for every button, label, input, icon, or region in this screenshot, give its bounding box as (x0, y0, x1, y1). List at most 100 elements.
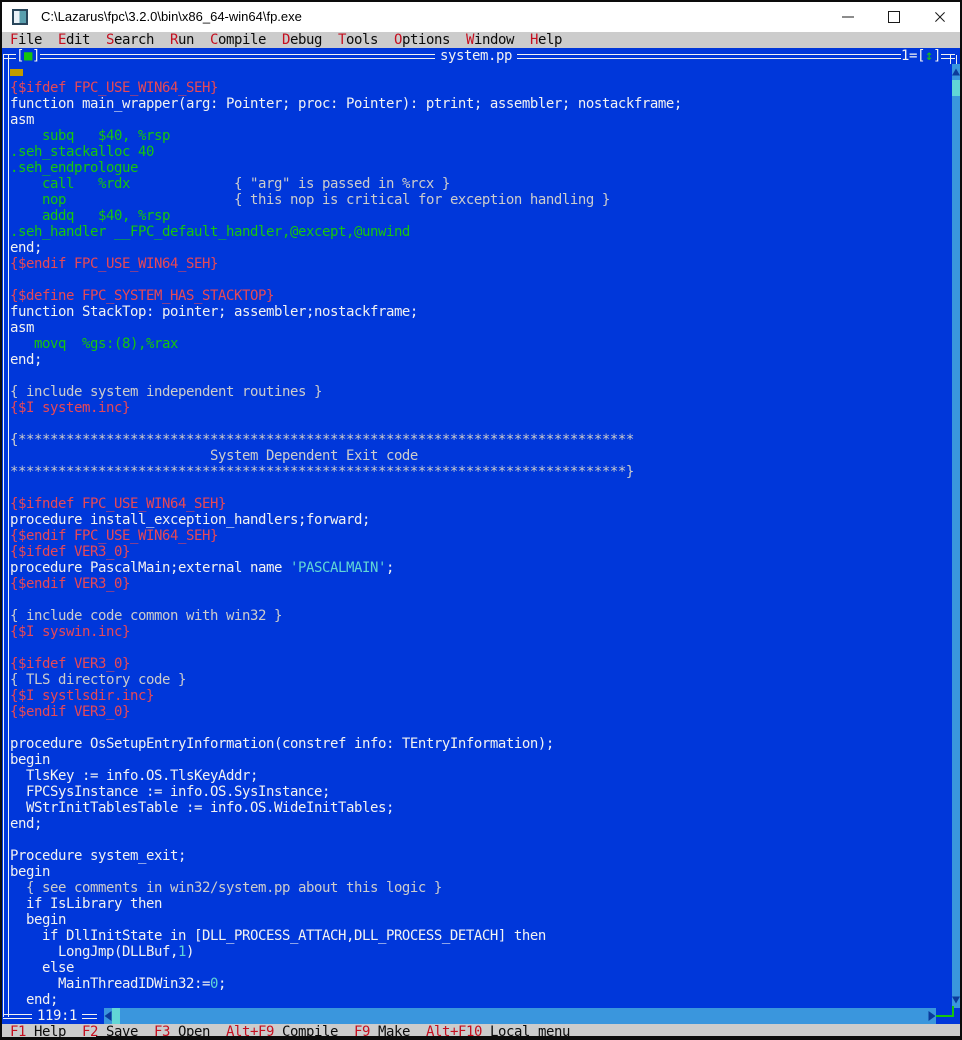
code-line[interactable]: begin (2, 912, 952, 928)
code-line[interactable] (2, 720, 952, 736)
code-line[interactable]: { include system independent routines } (2, 384, 952, 400)
menu-item-run[interactable]: Run (170, 32, 210, 48)
code-line[interactable]: {$ifdef FPC_USE_WIN64_SEH} (2, 80, 952, 96)
code-line[interactable]: begin (2, 752, 952, 768)
code-line[interactable]: {$ifndef FPC_USE_WIN64_SEH} (2, 496, 952, 512)
menu-item-help[interactable]: Help (530, 32, 578, 48)
code-line[interactable]: {$endif FPC_USE_WIN64_SEH} (2, 256, 952, 272)
code-line[interactable]: FPCSysInstance := info.OS.SysInstance; (2, 784, 952, 800)
code-line[interactable]: .seh_stackalloc 40 (2, 144, 952, 160)
code-line[interactable]: WStrInitTablesTable := info.OS.WideInitT… (2, 800, 952, 816)
code-line[interactable]: procedure OsSetupEntryInformation(constr… (2, 736, 952, 752)
vertical-scroll-thumb[interactable] (952, 80, 960, 96)
code-line[interactable]: { include code common with win32 } (2, 608, 952, 624)
arrow-left-icon (105, 1011, 112, 1021)
code-line[interactable]: end; (2, 352, 952, 368)
menu-item-file[interactable]: File (10, 32, 58, 48)
maximize-button[interactable] (871, 2, 917, 32)
code-line[interactable]: {$I syswin.inc} (2, 624, 952, 640)
code-line[interactable]: addq $40, %rsp (2, 208, 952, 224)
arrow-down-icon (952, 997, 960, 1004)
code-line[interactable] (2, 368, 952, 384)
vertical-scroll-track[interactable] (952, 96, 960, 992)
menu-item-debug[interactable]: Debug (282, 32, 338, 48)
code-line[interactable]: .seh_endprologue (2, 160, 952, 176)
code-line[interactable]: function StackTop: pointer; assembler;no… (2, 304, 952, 320)
console-app-icon[interactable] (12, 9, 28, 25)
code-line[interactable]: else (2, 960, 952, 976)
console-area: File Edit Search Run Compile Debug Tools… (2, 32, 960, 1037)
code-line[interactable]: LongJmp(DLLBuf,1) (2, 944, 952, 960)
menu-item-tools[interactable]: Tools (338, 32, 394, 48)
code-line[interactable]: ****************************************… (2, 464, 952, 480)
code-line[interactable] (2, 832, 952, 848)
code-line[interactable]: {$endif VER3_0} (2, 576, 952, 592)
code-line[interactable]: procedure install_exception_handlers;for… (2, 512, 952, 528)
title-bar: C:\Lazarus\fpc\3.2.0\bin\x86_64-win64\fp… (2, 2, 960, 32)
code-line[interactable]: begin (2, 864, 952, 880)
window-bottom-edge (96, 1036, 962, 1040)
line-marker (10, 69, 23, 76)
code-line[interactable]: movq %gs:(8),%rax (2, 336, 952, 352)
menu-item-compile[interactable]: Compile (210, 32, 282, 48)
code-line[interactable] (2, 592, 952, 608)
code-line[interactable]: { TLS directory code } (2, 672, 952, 688)
code-line[interactable]: end; (2, 816, 952, 832)
code-line[interactable]: TlsKey := info.OS.TlsKeyAddr; (2, 768, 952, 784)
code-line[interactable]: end; (2, 240, 952, 256)
code-line[interactable]: {$I systlsdir.inc} (2, 688, 952, 704)
code-line[interactable]: asm (2, 112, 952, 128)
editor-zoom-button[interactable]: 1=[↕] (901, 48, 941, 64)
code-line[interactable]: {$ifdef VER3_0} (2, 656, 952, 672)
maximize-icon (888, 11, 900, 23)
code-line[interactable]: end; (2, 992, 952, 1008)
window-title: C:\Lazarus\fpc\3.2.0\bin\x86_64-win64\fp… (41, 9, 302, 24)
code-line[interactable]: asm (2, 320, 952, 336)
code-line[interactable] (2, 272, 952, 288)
editor-close-button[interactable]: [■] (16, 48, 40, 64)
app-window: C:\Lazarus\fpc\3.2.0\bin\x86_64-win64\fp… (0, 0, 962, 1040)
menu-item-window[interactable]: Window (466, 32, 530, 48)
horizontal-scroll-thumb[interactable] (112, 1008, 120, 1024)
arrow-right-icon (929, 1011, 936, 1021)
code-line[interactable] (2, 416, 952, 432)
code-line[interactable]: Procedure system_exit; (2, 848, 952, 864)
code-line[interactable]: MainThreadIDWin32:=0; (2, 976, 952, 992)
code-line[interactable]: {***************************************… (2, 432, 952, 448)
code-line[interactable]: if DllInitState in [DLL_PROCESS_ATTACH,D… (2, 928, 952, 944)
minimize-button[interactable] (825, 2, 871, 32)
editor-frame-corner (950, 55, 957, 64)
arrow-up-icon (952, 69, 960, 76)
menu-item-edit[interactable]: Edit (58, 32, 106, 48)
horizontal-scroll-track[interactable] (120, 1008, 928, 1024)
code-line[interactable]: {$define FPC_SYSTEM_HAS_STACKTOP} (2, 288, 952, 304)
minimize-icon (842, 17, 854, 18)
code-line[interactable]: .seh_handler __FPC_default_handler,@exce… (2, 224, 952, 240)
code-line[interactable]: subq $40, %rsp (2, 128, 952, 144)
code-line[interactable]: {$endif FPC_USE_WIN64_SEH} (2, 528, 952, 544)
code-line[interactable]: {$ifdef VER3_0} (2, 544, 952, 560)
code-line[interactable] (2, 640, 952, 656)
statusbar-item-help[interactable]: F1 Help (10, 1024, 82, 1037)
vertical-scrollbar[interactable] (952, 64, 960, 1008)
scroll-right-button[interactable] (928, 1008, 936, 1024)
scroll-up-button[interactable] (952, 64, 960, 80)
code-line[interactable]: call %rdx { "arg" is passed in %rcx } (2, 176, 952, 192)
code-line[interactable]: if IsLibrary then (2, 896, 952, 912)
menu-item-search[interactable]: Search (106, 32, 170, 48)
scroll-left-button[interactable] (104, 1008, 112, 1024)
code-line[interactable]: procedure PascalMain;external name 'PASC… (2, 560, 952, 576)
close-button[interactable] (917, 2, 962, 32)
menu-item-options[interactable]: Options (394, 32, 466, 48)
code-line[interactable] (2, 480, 952, 496)
code-line[interactable]: { see comments in win32/system.pp about … (2, 880, 952, 896)
code-line[interactable]: function main_wrapper(arg: Pointer; proc… (2, 96, 952, 112)
code-line[interactable] (2, 64, 952, 80)
resize-corner-icon[interactable] (936, 1006, 954, 1017)
code-line[interactable]: nop { this nop is critical for exception… (2, 192, 952, 208)
code-line[interactable]: {$endif VER3_0} (2, 704, 952, 720)
code-line[interactable]: System Dependent Exit code (2, 448, 952, 464)
editor-title: system.pp (435, 48, 517, 64)
code-lines[interactable]: {$ifdef FPC_USE_WIN64_SEH}function main_… (2, 64, 952, 1008)
code-line[interactable]: {$I system.inc} (2, 400, 952, 416)
